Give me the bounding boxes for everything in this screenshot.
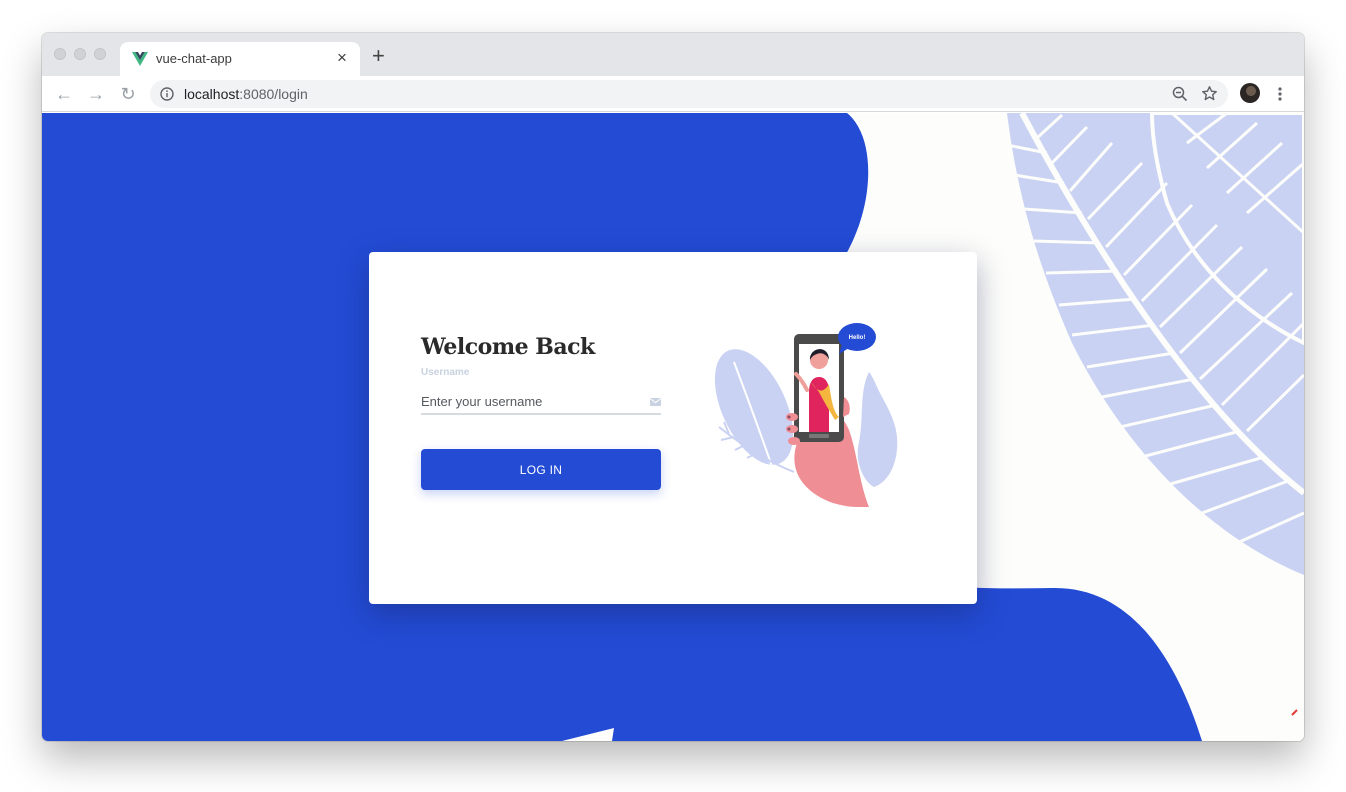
address-bar[interactable]: localhost:8080/login <box>150 80 1228 108</box>
leaf-decoration <box>1006 113 1304 575</box>
speech-bubble-text: Hello! <box>849 335 866 341</box>
zoom-window-button[interactable] <box>94 48 106 60</box>
close-icon[interactable]: × <box>334 48 350 68</box>
minimize-window-button[interactable] <box>74 48 86 60</box>
browser-window: vue-chat-app × + ← → ↻ localhost:8080/lo… <box>42 33 1304 741</box>
reload-icon[interactable]: ↻ <box>117 83 139 105</box>
menu-dots-icon[interactable] <box>1275 83 1285 105</box>
chat-illustration: Hello! <box>714 323 898 507</box>
profile-avatar[interactable] <box>1240 83 1260 103</box>
tab-vue-chat-app[interactable]: vue-chat-app × <box>120 42 360 76</box>
info-icon[interactable] <box>160 87 174 101</box>
browser-toolbar: ← → ↻ localhost:8080/login <box>42 76 1304 112</box>
page-viewport: Welcome Back Username LOG IN <box>42 113 1304 741</box>
username-label: Username <box>421 367 470 378</box>
page-title: Welcome Back <box>421 334 595 360</box>
vue-favicon-icon <box>132 52 148 66</box>
star-icon[interactable] <box>1201 85 1218 102</box>
plus-icon[interactable]: + <box>372 45 385 67</box>
mail-icon <box>650 398 661 406</box>
login-card: Welcome Back Username LOG IN <box>369 252 977 604</box>
close-window-button[interactable] <box>54 48 66 60</box>
login-button[interactable]: LOG IN <box>421 449 661 490</box>
url-host: localhost <box>184 86 240 102</box>
username-field <box>421 391 661 415</box>
url-path: :8080/login <box>239 86 308 102</box>
tab-strip: vue-chat-app × + <box>42 33 1304 76</box>
username-input[interactable] <box>421 391 641 411</box>
url-text[interactable]: localhost:8080/login <box>184 86 308 102</box>
tab-title: vue-chat-app <box>156 51 232 66</box>
forward-arrow-icon[interactable]: → <box>85 83 107 105</box>
back-arrow-icon[interactable]: ← <box>53 83 75 105</box>
zoom-out-icon[interactable] <box>1172 86 1188 102</box>
